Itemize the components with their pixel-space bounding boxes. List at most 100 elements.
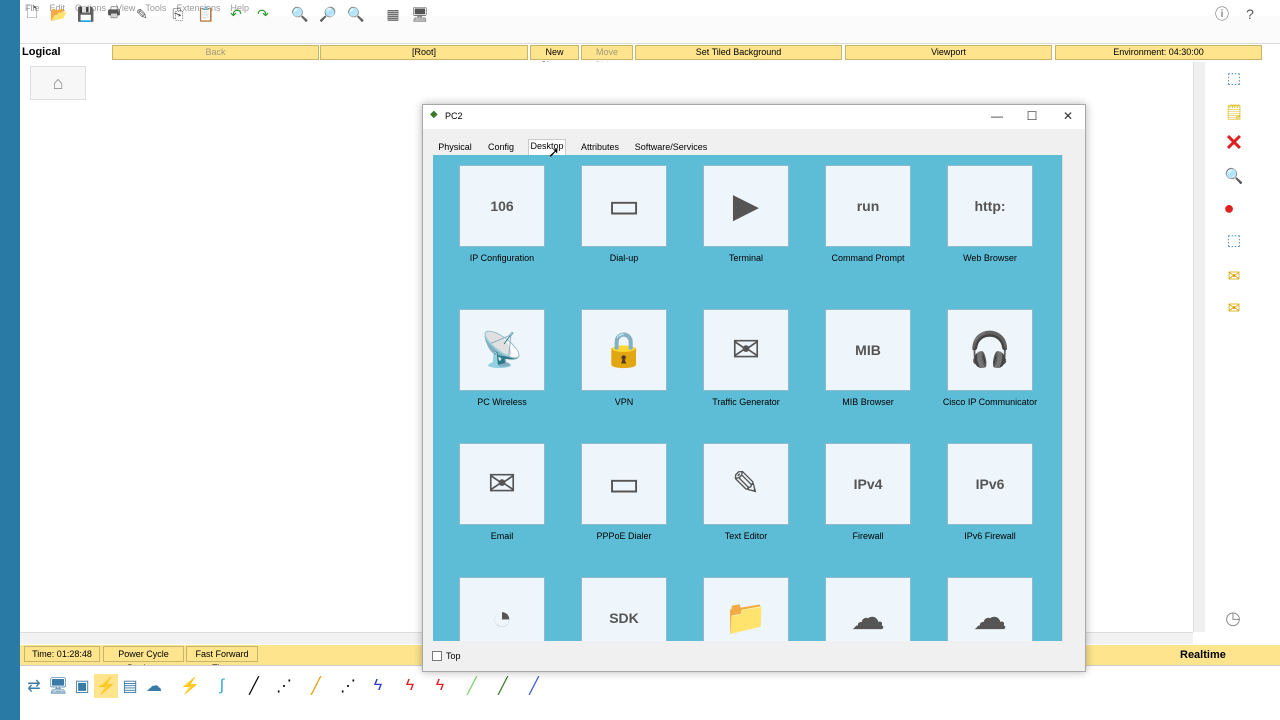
terminal-icon[interactable]: ▶ [703, 165, 789, 247]
sdk-icon[interactable]: SDK [581, 577, 667, 641]
paste-icon[interactable]: 📋 [196, 4, 216, 24]
new-cluster-button[interactable]: New Cluster [530, 45, 579, 70]
power-cycle-devices-button[interactable]: Power Cycle Devices [103, 646, 184, 673]
web-browser-icon[interactable]: http: [947, 165, 1033, 247]
desktop-app[interactable]: ☁ [813, 577, 923, 641]
pppoe-icon[interactable]: ▭ [581, 443, 667, 525]
cloud-device-icon[interactable]: ☁ [825, 577, 911, 641]
info-icon[interactable]: ⓘ [1212, 4, 1232, 24]
desktop-app[interactable]: ✉ Traffic Generator [691, 309, 801, 407]
phone-cable-icon[interactable]: ⋰ [336, 674, 360, 698]
inspect-icon[interactable]: 🔍 [1222, 164, 1246, 188]
text-editor-icon[interactable]: ✎ [703, 443, 789, 525]
vertical-scrollbar[interactable] [1193, 62, 1205, 632]
desktop-app[interactable]: run Command Prompt [813, 165, 923, 263]
zoom-reset-icon[interactable]: 🔎 [318, 4, 338, 24]
zoom-out-icon[interactable]: 🔍 [346, 4, 366, 24]
octal-cable-icon[interactable]: ╱ [460, 674, 484, 698]
desktop-app[interactable]: IPv6 IPv6 Firewall [935, 443, 1045, 541]
resize-shape-icon[interactable]: ⬚ [1222, 228, 1246, 252]
desktop-app[interactable]: ▭ PPPoE Dialer [569, 443, 679, 541]
components-icon[interactable]: ▣ [70, 674, 94, 698]
ip-communicator-icon[interactable]: 🎧 [947, 309, 1033, 391]
realtime-mode-label[interactable]: Realtime [1180, 649, 1226, 661]
copy-icon[interactable]: ⎘ [168, 4, 188, 24]
ip-config-icon[interactable]: 106 [459, 165, 545, 247]
add-complex-pdu-icon[interactable]: ✉ [1222, 296, 1246, 320]
cloud-device-icon-2[interactable]: ☁ [947, 577, 1033, 641]
note-icon[interactable]: 🗒 [1222, 100, 1246, 124]
pie-chart-icon[interactable]: ◔ [459, 577, 545, 641]
coaxial-cable-icon[interactable]: ϟ [366, 674, 390, 698]
desktop-app[interactable]: ◔ [447, 577, 557, 641]
desktop-app[interactable]: 106 IP Configuration [447, 165, 557, 263]
select-icon[interactable]: ⬚ [1222, 66, 1246, 90]
ipv6-firewall-icon[interactable]: IPv6 [947, 443, 1033, 525]
crossover-cable-icon[interactable]: ⋰ [272, 674, 296, 698]
pc2-titlebar[interactable] [423, 105, 1085, 129]
folder-icon[interactable]: 📁 [703, 577, 789, 641]
desktop-app[interactable]: 🔒 VPN [569, 309, 679, 407]
auto-connection-icon[interactable]: ⚡ [178, 674, 202, 698]
help-icon[interactable]: ? [1240, 4, 1260, 24]
wireless-icon[interactable]: 📡 [459, 309, 545, 391]
desktop-app[interactable]: 📁 [691, 577, 801, 641]
delete-icon[interactable]: ✕ [1222, 130, 1246, 155]
redo-icon[interactable]: ↷ [253, 4, 273, 24]
desktop-app[interactable]: SDK [569, 577, 679, 641]
tab-physical[interactable]: Physical [436, 141, 474, 155]
new-file-icon[interactable]: 🗋 [22, 4, 42, 24]
desktop-app[interactable]: ▶ Terminal [691, 165, 801, 263]
console-cable-icon[interactable]: ∫ [210, 674, 234, 698]
tab-software-services[interactable]: Software/Services [634, 141, 708, 155]
network-devices-icon[interactable]: ⇄ [22, 674, 46, 698]
desktop-app[interactable]: ✉ Email [447, 443, 557, 541]
environment-button[interactable]: Environment: 04:30:00 [1055, 45, 1262, 60]
serial-dte-cable-icon[interactable]: ϟ [428, 674, 452, 698]
save-icon[interactable]: 💾 [76, 4, 96, 24]
usb-cable-icon[interactable]: ╱ [522, 674, 546, 698]
undo-icon[interactable]: ↶ [226, 4, 246, 24]
firewall-icon[interactable]: IPv4 [825, 443, 911, 525]
realtime-clock-icon[interactable]: ◷ [1210, 608, 1256, 638]
close-icon[interactable]: ✕ [1058, 108, 1078, 124]
print-icon[interactable]: 🖶 [104, 4, 124, 24]
top-checkbox[interactable] [432, 651, 442, 661]
end-devices-icon[interactable]: 🖥 [46, 674, 70, 698]
desktop-app[interactable]: 📡 PC Wireless [447, 309, 557, 407]
straight-through-cable-icon[interactable]: ╱ [242, 674, 266, 698]
viewport-button[interactable]: Viewport [845, 45, 1052, 60]
desktop-app[interactable]: http: Web Browser [935, 165, 1045, 263]
desktop-app[interactable]: ✎ Text Editor [691, 443, 801, 541]
desktop-app[interactable]: IPv4 Firewall [813, 443, 923, 541]
fiber-cable-icon[interactable]: ╱ [304, 674, 328, 698]
iot-custom-cable-icon[interactable]: ╱ [491, 674, 515, 698]
custom-devices-icon[interactable]: 🖥 [410, 4, 430, 24]
maximize-icon[interactable]: ☐ [1022, 108, 1042, 124]
misc-icon[interactable]: ▤ [118, 674, 142, 698]
desktop-app[interactable]: ▭ Dial-up [569, 165, 679, 263]
add-simple-pdu-icon[interactable]: ✉ [1222, 264, 1246, 288]
email-icon[interactable]: ✉ [459, 443, 545, 525]
connections-icon[interactable]: ⚡ [94, 674, 118, 698]
cluster-icon[interactable]: ⌂ [30, 66, 86, 100]
traffic-generator-icon[interactable]: ✉ [703, 309, 789, 391]
tab-attributes[interactable]: Attributes [578, 141, 622, 155]
modem-icon[interactable]: ▭ [581, 165, 667, 247]
tab-desktop[interactable]: Desktop [528, 139, 566, 156]
draw-ellipse-icon[interactable]: ● [1217, 196, 1241, 220]
tab-config[interactable]: Config [484, 141, 518, 155]
desktop-app[interactable]: MIB MIB Browser [813, 309, 923, 407]
vpn-icon[interactable]: 🔒 [581, 309, 667, 391]
mib-browser-icon[interactable]: MIB [825, 309, 911, 391]
zoom-in-icon[interactable]: 🔍 [290, 4, 310, 24]
drawing-palette-icon[interactable]: ▦ [383, 4, 403, 24]
fast-forward-time-button[interactable]: Fast Forward Time [186, 646, 258, 673]
activity-wizard-icon[interactable]: ✎ [132, 4, 152, 24]
move-object-button[interactable]: Move Object [581, 45, 633, 70]
desktop-app[interactable]: ☁ [935, 577, 1045, 641]
root-breadcrumb[interactable]: [Root] [320, 45, 528, 60]
desktop-app[interactable]: 🎧 Cisco IP Communicator [935, 309, 1045, 407]
set-tiled-background-button[interactable]: Set Tiled Background [635, 45, 842, 60]
open-folder-icon[interactable]: 📂 [49, 4, 69, 24]
